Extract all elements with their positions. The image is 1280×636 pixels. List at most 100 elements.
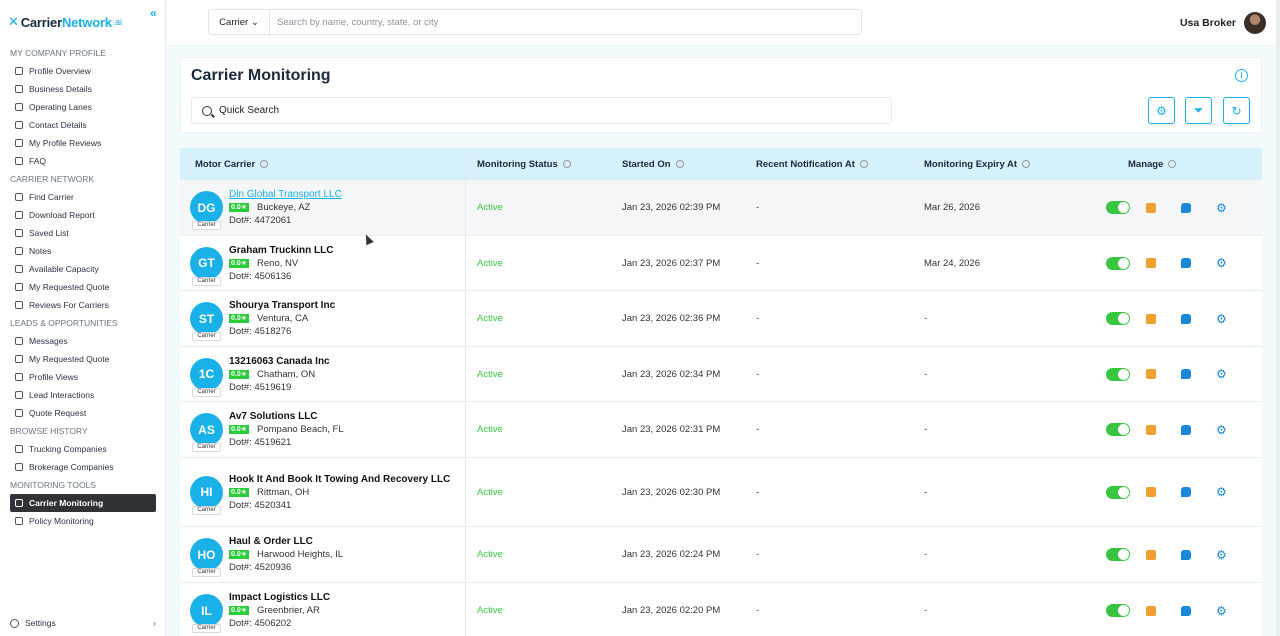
top-bar: Carrier ⌄ Usa Broker — [167, 0, 1276, 46]
carrier-tag: Carrier — [192, 387, 221, 397]
carrier-name[interactable]: Haul & Order LLC — [229, 535, 343, 548]
sidebar-item-notes[interactable]: Notes — [0, 242, 166, 260]
quick-search-input[interactable]: Quick Search — [191, 97, 892, 124]
gear-icon[interactable]: ⚙ — [1216, 549, 1228, 561]
message-icon[interactable] — [1181, 487, 1191, 497]
monitoring-toggle[interactable] — [1106, 548, 1130, 561]
header-started-on[interactable]: Started On — [612, 148, 746, 180]
header-recent-notification[interactable]: Recent Notification At — [746, 148, 914, 180]
message-icon[interactable] — [1181, 605, 1191, 616]
sidebar-item-reviews-for-carriers[interactable]: Reviews For Carriers — [0, 296, 166, 314]
gear-icon[interactable]: ⚙ — [1216, 605, 1228, 617]
sidebar-item-label: My Profile Reviews — [29, 138, 102, 148]
carrier-name[interactable]: 13216063 Canada Inc — [229, 355, 330, 368]
carrier-avatar: ST Carrier — [190, 302, 223, 341]
refresh-button[interactable]: ↻ — [1223, 97, 1250, 124]
report-icon[interactable] — [1146, 202, 1156, 213]
message-icon[interactable] — [1181, 424, 1191, 435]
header-motor-carrier[interactable]: Motor Carrier — [180, 148, 466, 180]
carrier-name[interactable]: Av7 Solutions LLC — [229, 410, 344, 423]
message-icon[interactable] — [1181, 549, 1191, 560]
sidebar-item-label: Profile Views — [29, 372, 78, 382]
gear-icon[interactable]: ⚙ — [1216, 202, 1228, 214]
app-logo[interactable]: ✕ Carrier Network .ai — [8, 14, 122, 30]
monitoring-toggle[interactable] — [1106, 485, 1130, 499]
sidebar-item-contact-details[interactable]: Contact Details — [0, 116, 166, 134]
monitoring-toggle[interactable] — [1106, 604, 1130, 617]
report-icon[interactable] — [1146, 487, 1156, 497]
gear-icon[interactable]: ⚙ — [1216, 424, 1228, 436]
search-input[interactable] — [270, 16, 861, 28]
monitoring-toggle[interactable] — [1106, 312, 1130, 325]
report-icon[interactable] — [1146, 549, 1156, 560]
report-icon[interactable] — [1146, 313, 1156, 324]
header-monitoring-expiry[interactable]: Monitoring Expiry At — [914, 148, 1097, 180]
manage-cell: ⚙ — [1097, 402, 1262, 457]
motor-carrier-cell: HO Carrier Haul & Order LLC 0.0★ Harwood Hei… — [180, 527, 466, 582]
report-icon[interactable] — [1146, 258, 1156, 268]
manage-cell: ⚙ — [1097, 458, 1262, 526]
report-icon[interactable] — [1146, 605, 1156, 616]
sidebar-item-profile-overview[interactable]: Profile Overview — [0, 62, 166, 80]
sidebar-item-label: Available Capacity — [29, 264, 99, 274]
gear-icon[interactable]: ⚙ — [1216, 486, 1228, 498]
search-type-select[interactable]: Carrier ⌄ — [209, 10, 270, 34]
sidebar-item-available-capacity[interactable]: Available Capacity — [0, 260, 166, 278]
carrier-location: 0.0★ Buckeye, AZ — [229, 202, 311, 213]
monitoring-toggle[interactable] — [1106, 367, 1130, 381]
monitoring-toggle[interactable] — [1106, 256, 1130, 270]
carrier-tag: Carrier — [192, 221, 221, 230]
sidebar-settings[interactable]: Settings › — [10, 618, 156, 628]
report-icon[interactable] — [1146, 424, 1156, 435]
carrier-name[interactable]: Impact Logistics LLC — [229, 591, 330, 604]
sidebar-item-label: Saved List — [29, 228, 69, 238]
user-menu[interactable]: Usa Broker — [1180, 12, 1266, 34]
carrier-name[interactable]: Shourya Transport Inc — [229, 299, 335, 312]
started-on-cell: Jan 23, 2026 02:31 PM — [622, 424, 721, 435]
settings-button[interactable]: ⚙ — [1148, 97, 1175, 124]
collapse-sidebar-icon[interactable]: « — [150, 6, 157, 20]
message-icon[interactable] — [1181, 369, 1191, 379]
monitoring-status-cell: Active — [466, 236, 612, 290]
sidebar-item-brokerage-companies[interactable]: Brokerage Companies — [0, 458, 166, 476]
sidebar-item-trucking-companies[interactable]: Trucking Companies — [0, 440, 166, 458]
report-icon[interactable] — [1146, 369, 1156, 379]
sidebar-item-lead-interactions[interactable]: Lead Interactions — [0, 386, 166, 404]
carrier-name[interactable]: Graham Truckinn LLC — [229, 244, 333, 257]
sidebar-item-profile-views[interactable]: Profile Views — [0, 368, 166, 386]
sidebar-item-my-requested-quote[interactable]: My Requested Quote — [0, 278, 166, 296]
carrier-name[interactable]: Dln Global Transport LLC — [229, 188, 342, 201]
sidebar-item-quote-request[interactable]: Quote Request — [0, 404, 166, 422]
sidebar-item-operating-lanes[interactable]: Operating Lanes — [0, 98, 166, 116]
header-monitoring-status[interactable]: Monitoring Status — [466, 148, 612, 180]
sidebar-item-my-profile-reviews[interactable]: My Profile Reviews — [0, 134, 166, 152]
monitoring-toggle[interactable] — [1106, 201, 1130, 214]
gear-icon[interactable]: ⚙ — [1216, 313, 1228, 325]
menu-item-icon — [15, 139, 23, 147]
message-icon[interactable] — [1181, 258, 1191, 268]
message-icon[interactable] — [1181, 202, 1191, 213]
gear-icon[interactable]: ⚙ — [1216, 368, 1228, 380]
sidebar-item-business-details[interactable]: Business Details — [0, 80, 166, 98]
avatar[interactable] — [1244, 12, 1266, 34]
chevron-right-icon: › — [153, 618, 156, 628]
filter-button[interactable]: ⏷ — [1185, 97, 1212, 124]
scrollbar[interactable] — [1276, 0, 1280, 636]
sidebar-item-download-report[interactable]: Download Report — [0, 206, 166, 224]
carrier-info: Av7 Solutions LLC 0.0★ Pompano Beach, FL Do… — [229, 410, 344, 449]
sidebar-item-saved-list[interactable]: Saved List — [0, 224, 166, 242]
sidebar-item-my-requested-quote[interactable]: My Requested Quote — [0, 350, 166, 368]
page-header-card: Carrier Monitoring i Quick Search ⚙ ⏷ ↻ — [180, 57, 1262, 133]
carrier-name[interactable]: Hook It And Book It Towing And Recovery … — [229, 473, 450, 486]
sidebar-item-faq[interactable]: FAQ — [0, 152, 166, 170]
message-icon[interactable] — [1181, 313, 1191, 324]
sidebar-item-carrier-monitoring[interactable]: Carrier Monitoring — [10, 494, 156, 512]
sidebar-item-policy-monitoring[interactable]: Policy Monitoring — [0, 512, 166, 530]
sidebar: ✕ Carrier Network .ai « MY COMPANY PROFILE… — [0, 0, 166, 636]
carrier-tag: Carrier — [192, 443, 221, 452]
sidebar-item-messages[interactable]: Messages — [0, 332, 166, 350]
info-icon[interactable]: i — [1235, 69, 1248, 82]
monitoring-toggle[interactable] — [1106, 423, 1130, 436]
gear-icon[interactable]: ⚙ — [1216, 257, 1228, 269]
sidebar-item-find-carrier[interactable]: Find Carrier — [0, 188, 166, 206]
